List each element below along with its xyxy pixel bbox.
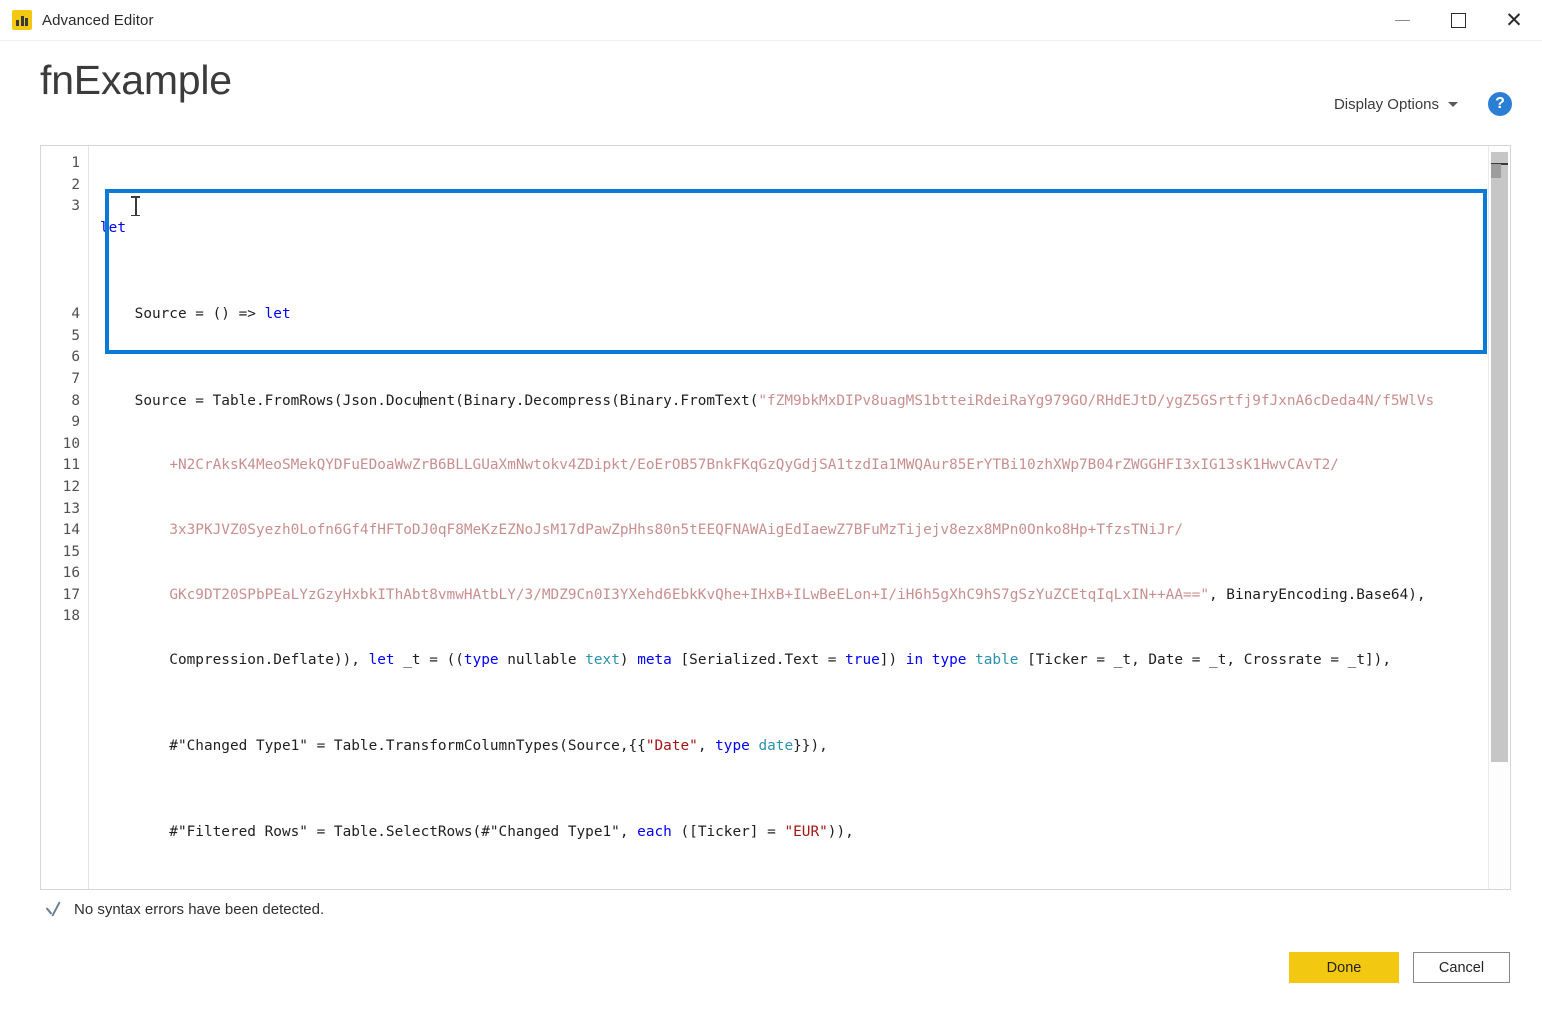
code-line-wrap[interactable]: +N2CrAksK4MeoSMekQYDFuEDoaWwZrB6BLLGUaXm… (90, 455, 1488, 477)
done-button[interactable]: Done (1289, 952, 1399, 983)
line-number: 18 (41, 606, 88, 628)
code-line-wrap[interactable]: GKc9DT20SPbPEaLYzGzyHxbkIThAbt8vmwHAtbLY… (90, 585, 1488, 607)
line-number: 9 (41, 412, 88, 434)
dialog-footer: Done Cancel (1289, 952, 1510, 983)
line-number: 11 (41, 455, 88, 477)
code-line[interactable]: let (90, 218, 1488, 240)
line-number: 3 (41, 196, 88, 218)
page-title: fnExample (40, 60, 232, 101)
line-number: 12 (41, 477, 88, 499)
power-bi-bar-chart-icon (12, 10, 32, 30)
code-area[interactable]: 1 2 3 4 5 6 7 8 9 10 11 12 13 14 15 16 1… (41, 146, 1488, 889)
code-line[interactable]: #"Filtered Rows" = Table.SelectRows(#"Ch… (90, 822, 1488, 844)
scrollbar-thumb-cap (1491, 164, 1501, 178)
help-glyph: ? (1495, 96, 1505, 112)
line-number: 14 (41, 520, 88, 542)
line-number: 6 (41, 347, 88, 369)
title-bar: Advanced Editor ✕ (0, 0, 1542, 41)
window-controls: ✕ (1374, 0, 1542, 40)
display-options-dropdown[interactable]: Display Options (1334, 96, 1458, 113)
header-actions: Display Options ? (1334, 92, 1512, 116)
maximize-button[interactable] (1430, 0, 1486, 40)
close-icon: ✕ (1505, 10, 1523, 31)
text-cursor-pointer-icon (131, 196, 140, 216)
minimize-button[interactable] (1374, 0, 1430, 40)
line-number: 7 (41, 369, 88, 391)
minimize-icon (1395, 20, 1410, 21)
cancel-button[interactable]: Cancel (1413, 952, 1510, 983)
code-editor-panel[interactable]: 1 2 3 4 5 6 7 8 9 10 11 12 13 14 15 16 1… (40, 145, 1511, 890)
line-number-gutter: 1 2 3 4 5 6 7 8 9 10 11 12 13 14 15 16 1… (41, 146, 89, 889)
code-line-wrap[interactable]: 3x3PKJVZ0Syezh0Lofn6Gf4fHFToDJ0qF8MeKzEZ… (90, 520, 1488, 542)
line-number: 1 (41, 153, 88, 175)
line-number: 17 (41, 585, 88, 607)
vertical-scrollbar[interactable] (1488, 146, 1510, 889)
line-number: 4 (41, 304, 88, 326)
code-line-wrap[interactable]: Compression.Deflate)), let _t = ((type n… (90, 650, 1488, 672)
code-line[interactable]: Source = () => let (90, 304, 1488, 326)
checkmark-icon (44, 900, 62, 918)
help-icon[interactable]: ? (1488, 92, 1512, 116)
line-number: 15 (41, 542, 88, 564)
editor-header: fnExample Display Options ? (0, 40, 1542, 145)
scrollbar-thumb[interactable] (1491, 152, 1508, 762)
window-title: Advanced Editor (42, 12, 154, 29)
code-line[interactable]: Source = Table.FromRows(Json.Document(Bi… (90, 391, 1488, 413)
line-number: 10 (41, 434, 88, 456)
syntax-status-text: No syntax errors have been detected. (74, 901, 324, 918)
line-number: 2 (41, 175, 88, 197)
maximize-icon (1451, 13, 1466, 28)
display-options-label: Display Options (1334, 96, 1439, 113)
code-line[interactable]: #"Changed Type1" = Table.TransformColumn… (90, 736, 1488, 758)
close-button[interactable]: ✕ (1486, 0, 1542, 40)
line-number: 5 (41, 326, 88, 348)
line-number: 13 (41, 499, 88, 521)
code-lines[interactable]: let Source = () => let Source = Table.Fr… (90, 146, 1488, 889)
line-number: 16 (41, 563, 88, 585)
line-number: 8 (41, 391, 88, 413)
chevron-down-icon (1448, 102, 1458, 107)
syntax-status: No syntax errors have been detected. (44, 900, 324, 918)
